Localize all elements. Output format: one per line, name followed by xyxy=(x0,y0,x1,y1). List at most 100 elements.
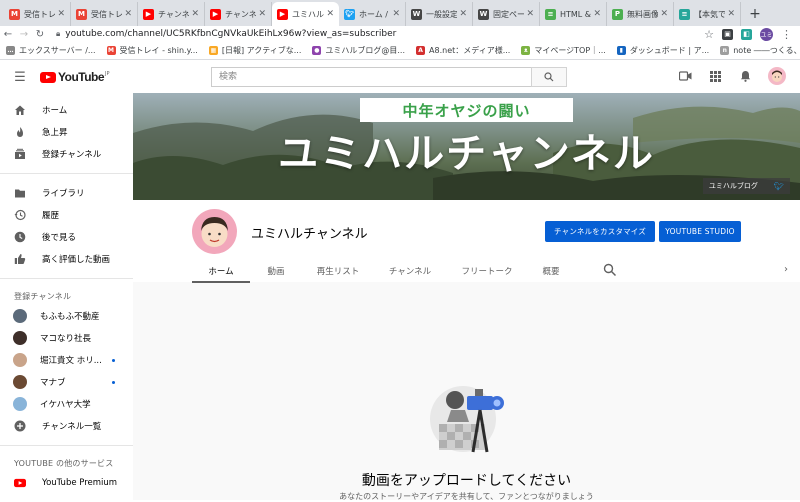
new-tab-button[interactable]: + xyxy=(745,2,765,26)
sidebar-item-service[interactable]: 映画と番組 xyxy=(0,494,133,500)
tab-close-icon[interactable]: ✕ xyxy=(124,9,132,19)
browser-tab[interactable]: M 受信トレイ✕ xyxy=(71,2,138,26)
browser-tab[interactable]: ▶ チャンネル✕ xyxy=(138,2,205,26)
channel-avatar-small xyxy=(13,397,27,411)
sidebar-item-library[interactable]: 履歴 xyxy=(0,204,133,226)
dashboard-icon: ▮ xyxy=(616,46,626,55)
forward-icon[interactable]: → xyxy=(16,29,32,40)
a8-icon: A xyxy=(416,46,426,55)
apps-grid-icon[interactable] xyxy=(708,69,722,83)
youtube-logo[interactable]: YouTube JP xyxy=(40,70,110,84)
channel-tab[interactable]: 概要 xyxy=(528,260,574,282)
bookmark-item[interactable]: nnote ――つくる、... xyxy=(720,45,800,56)
browser-profile-avatar[interactable]: ユミ xyxy=(760,27,773,41)
bookmark-item[interactable]: ● ユミハルブログ@目... xyxy=(312,45,405,56)
create-video-icon[interactable] xyxy=(678,69,692,83)
bookmark-item[interactable]: ▮ ダッシュボード | ア... xyxy=(616,45,709,56)
subscription-item[interactable]: 堀江貴文 ホリ... xyxy=(0,349,133,371)
more-services-heading: YOUTUBE の他のサービス xyxy=(14,458,114,468)
banner-blog-link[interactable]: ユミハルブログ 🐦︎ xyxy=(702,178,790,194)
account-avatar[interactable] xyxy=(768,67,786,85)
tab-close-icon[interactable]: ✕ xyxy=(727,9,735,19)
gmail-icon: M xyxy=(106,46,116,55)
search-input[interactable] xyxy=(211,67,531,87)
sidebar-item-library[interactable]: 後で見る xyxy=(0,226,133,248)
browser-tab[interactable]: ▶ ユミハルチ✕ xyxy=(272,2,339,26)
back-icon[interactable]: ← xyxy=(0,29,16,40)
tab-close-icon[interactable]: ✕ xyxy=(392,9,400,19)
subscription-item[interactable]: マコなり社長 xyxy=(0,327,133,349)
sidebar-item-nav[interactable]: 登録チャンネル xyxy=(0,143,133,165)
hamburger-menu-icon[interactable]: ☰ xyxy=(0,70,40,85)
url-field[interactable]: 🔒︎ youtube.com/channel/UC5RKfbnCgNVkaUkE… xyxy=(56,29,704,39)
search-button[interactable] xyxy=(531,67,567,87)
browser-tab[interactable]: W 一般設定 ‹✕ xyxy=(406,2,473,26)
fire-icon xyxy=(14,126,26,138)
photo-icon: P xyxy=(612,8,623,20)
browser-tab[interactable]: W 固定ページ✕ xyxy=(473,2,540,26)
subscriptions-heading: 登録チャンネル xyxy=(14,291,72,301)
wordpress-icon: W xyxy=(411,8,422,20)
gmail-icon: M xyxy=(76,8,87,20)
browser-tab[interactable]: ▶ チャンネル✕ xyxy=(205,2,272,26)
tab-close-icon[interactable]: ✕ xyxy=(258,9,266,19)
bookmark-label: note ――つくる、... xyxy=(733,46,800,55)
bookmark-item[interactable]: ▦ [日報] アクティブな... xyxy=(208,45,302,56)
sidebar-item-label: 履歴 xyxy=(42,211,60,221)
browser-tab-label: 【本気で人 xyxy=(694,9,726,19)
tabs-next-chevron-icon[interactable]: › xyxy=(784,264,788,275)
bookmark-label: 受信トレイ - shin.y... xyxy=(119,46,198,55)
tab-close-icon[interactable]: ✕ xyxy=(191,9,199,19)
extension-icon[interactable]: ◧ xyxy=(741,28,752,40)
bookmark-item[interactable]: … エックスサーバー /... xyxy=(6,45,96,56)
bookmark-star-icon[interactable]: ☆ xyxy=(704,28,714,41)
channel-tab[interactable]: 動画 xyxy=(250,260,302,282)
subscription-item[interactable]: イケハヤ大学 xyxy=(0,393,133,415)
bookmark-label: [日報] アクティブな... xyxy=(221,46,302,55)
tab-close-icon[interactable]: ✕ xyxy=(459,9,467,19)
sidebar-item-library[interactable]: 高く評価した動画 xyxy=(0,248,133,270)
browser-tab[interactable]: 🐦︎ ホーム / Tw✕ xyxy=(339,2,406,26)
subscription-item[interactable]: マナブ xyxy=(0,371,133,393)
tab-close-icon[interactable]: ✕ xyxy=(660,9,668,19)
customize-channel-button[interactable]: チャンネルをカスタマイズ xyxy=(545,221,655,242)
channel-tab[interactable]: チャンネル xyxy=(374,260,446,282)
lock-icon: 🔒︎ xyxy=(56,29,61,38)
sidebar-item-nav[interactable]: 急上昇 xyxy=(0,121,133,143)
tab-close-icon[interactable]: ✕ xyxy=(593,9,601,19)
twitter-icon[interactable]: 🐦︎ xyxy=(774,182,784,191)
browser-tab[interactable]: M 受信トレイ✕ xyxy=(4,2,71,26)
browser-tab-label: HTML & C xyxy=(560,9,592,19)
notifications-bell-icon[interactable] xyxy=(738,69,752,83)
empty-channel-state: 動画をアップロードしてください あなたのストーリーやアイデアを共有して、ファンと… xyxy=(133,282,800,501)
browser-tab[interactable]: ≡ HTML & C✕ xyxy=(540,2,607,26)
channel-tab[interactable]: 再生リスト xyxy=(302,260,374,282)
sidebar-item-nav[interactable]: ホーム xyxy=(0,99,133,121)
channel-tab[interactable]: フリートーク xyxy=(446,260,528,282)
menu-dots-icon[interactable]: ⋮ xyxy=(781,28,792,41)
youtube-studio-button[interactable]: YOUTUBE STUDIO xyxy=(659,221,741,242)
bookmark-item[interactable]: ᴥ マイページTOP｜... xyxy=(521,45,606,56)
sidebar-item-label: 登録チャンネル xyxy=(42,150,102,160)
browser-tab-label: チャンネル xyxy=(225,9,257,19)
subscription-item[interactable]: もふもふ不動産 xyxy=(0,305,133,327)
browser-tab-label: 無料画像を xyxy=(627,9,659,19)
channel-tab[interactable]: ホーム xyxy=(192,260,250,283)
sidebar-item-channel-list[interactable]: チャンネル一覧 xyxy=(0,415,133,437)
tab-close-icon[interactable]: ✕ xyxy=(526,9,534,19)
extension-icon[interactable]: ▣ xyxy=(722,28,733,40)
browser-tab[interactable]: ≡ 【本気で人✕ xyxy=(674,2,741,26)
bookmark-item[interactable]: A A8.net：メディア様... xyxy=(416,45,510,56)
tab-close-icon[interactable]: ✕ xyxy=(326,9,334,19)
subscriptions-icon xyxy=(14,148,26,160)
sidebar-item-label: チャンネル一覧 xyxy=(42,422,102,432)
channel-search-icon[interactable] xyxy=(603,263,617,277)
browser-tab[interactable]: P 無料画像を✕ xyxy=(607,2,674,26)
sidebar-item-library[interactable]: ライブラリ xyxy=(0,182,133,204)
sidebar-item-service[interactable]: YouTube Premium xyxy=(0,472,133,494)
reload-icon[interactable]: ↻ xyxy=(32,29,48,40)
page-icon: ≡ xyxy=(545,8,556,20)
channel-avatar-small xyxy=(13,353,27,367)
bookmark-item[interactable]: M 受信トレイ - shin.y... xyxy=(106,45,198,56)
tab-close-icon[interactable]: ✕ xyxy=(57,9,65,19)
